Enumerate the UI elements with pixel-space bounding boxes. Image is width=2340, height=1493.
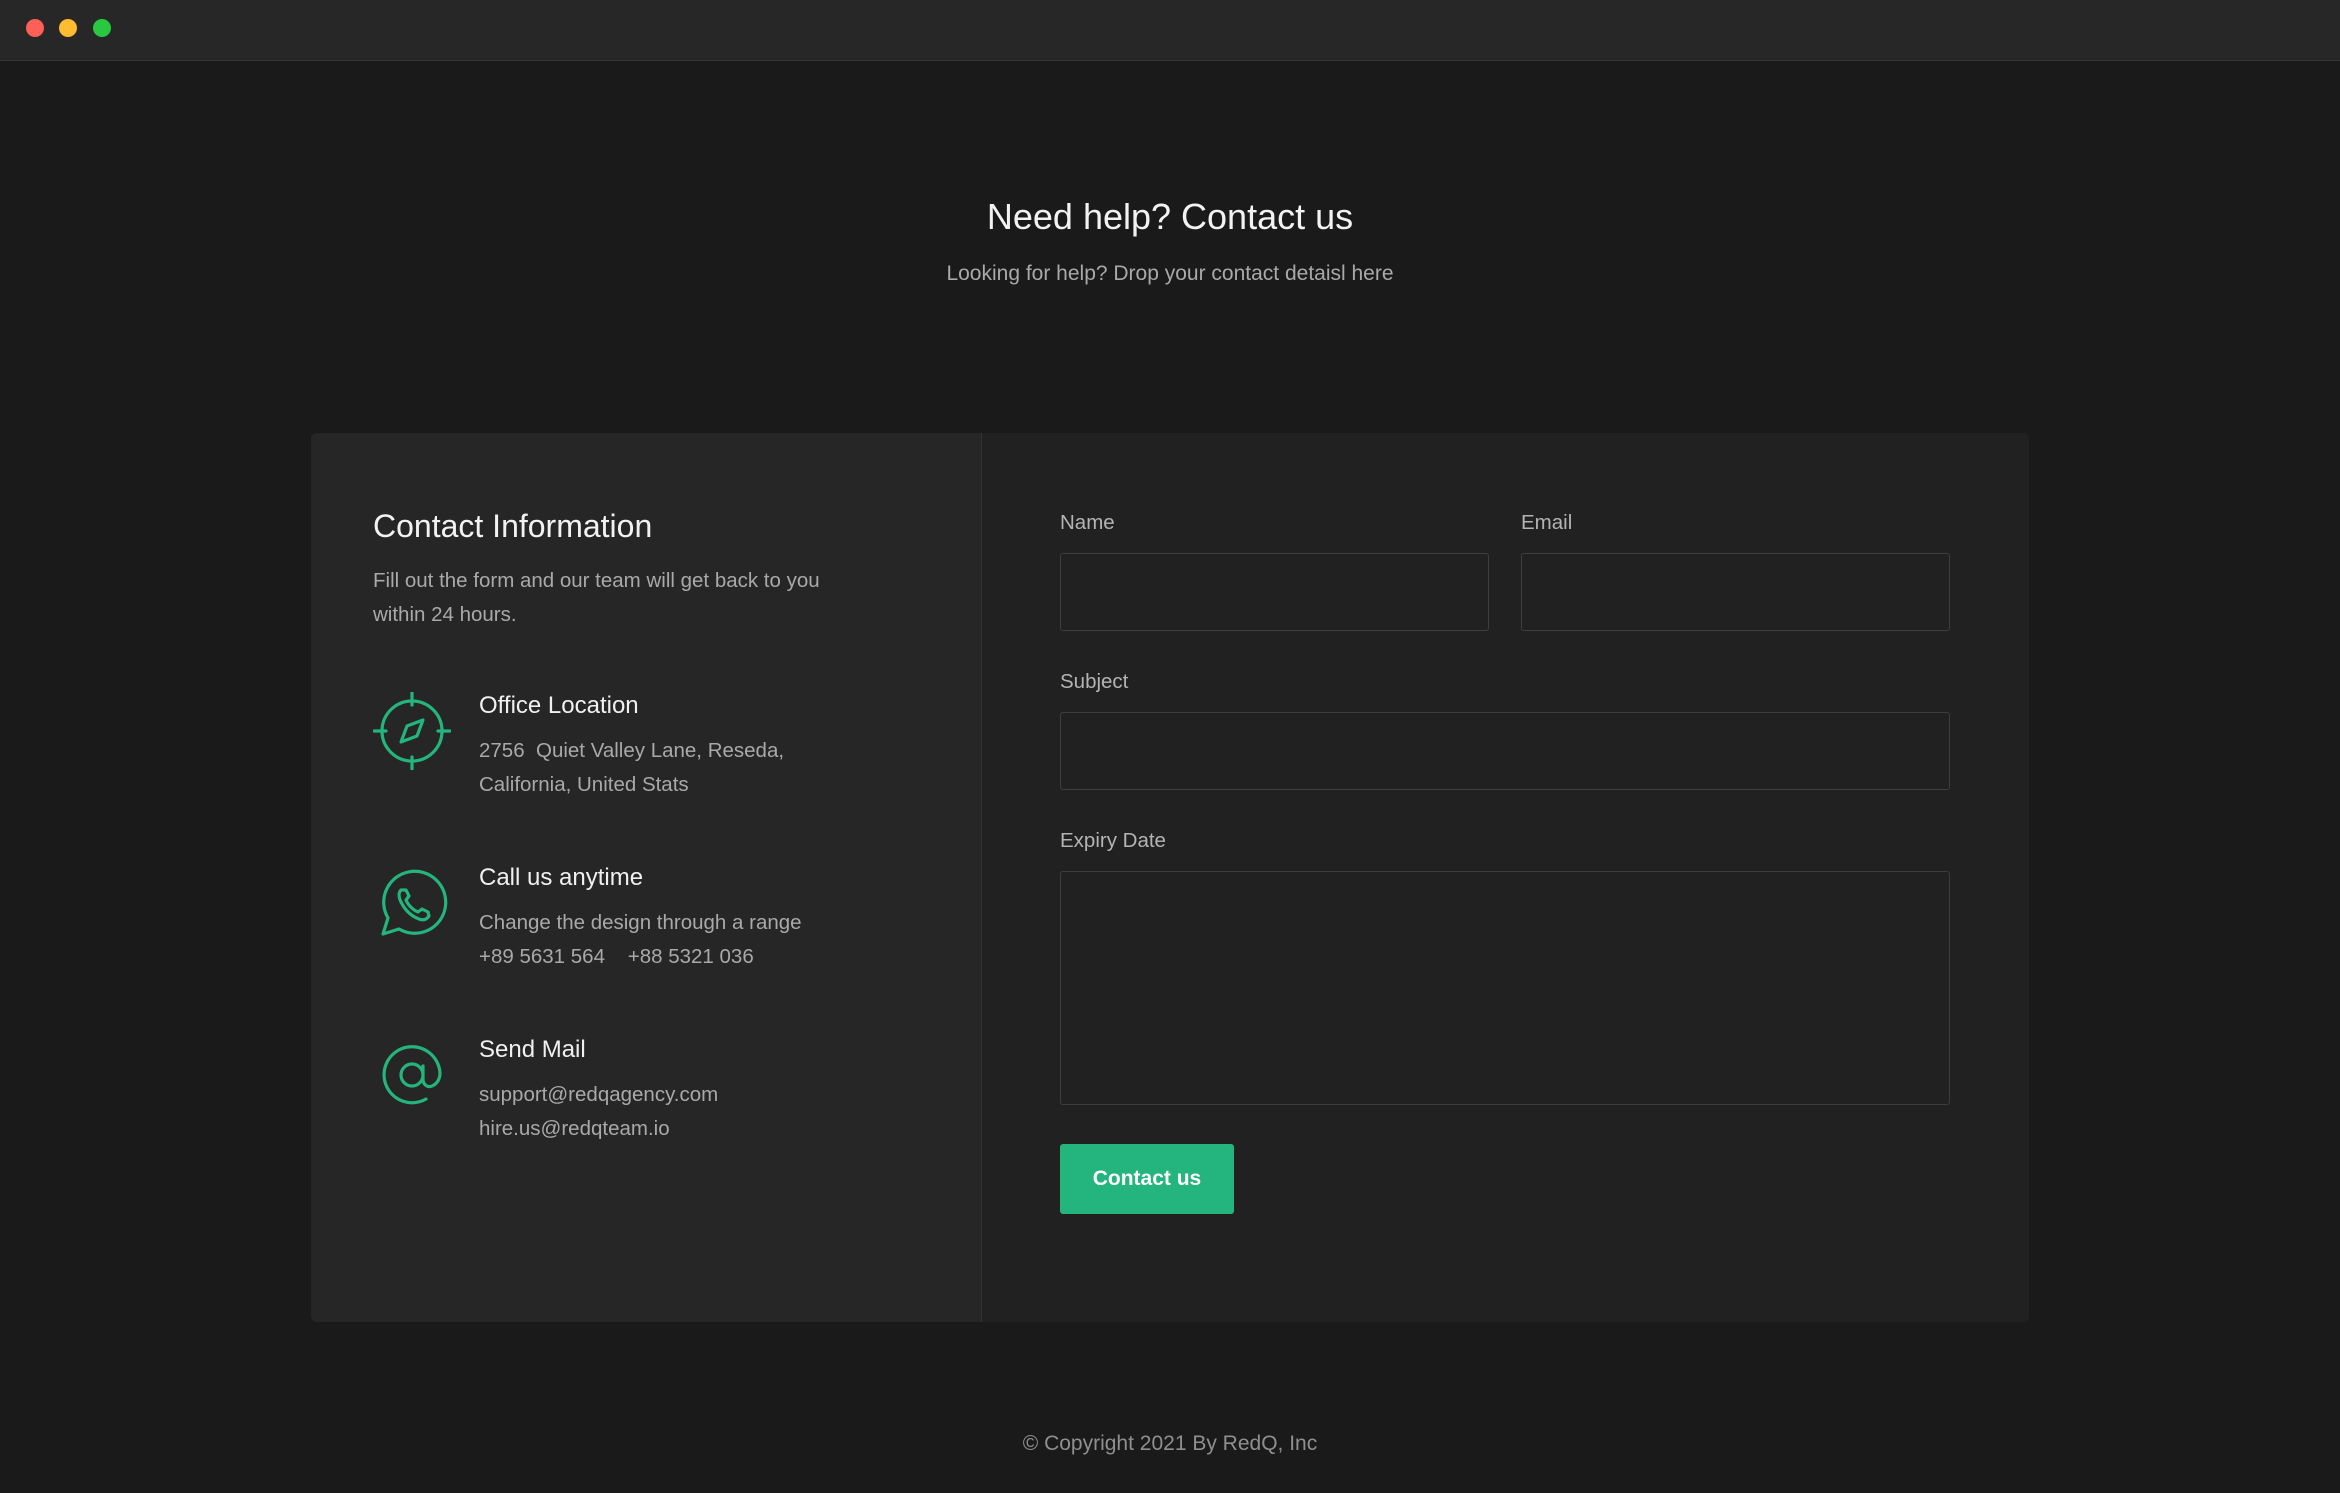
expiry-date-field[interactable] [1060,871,1950,1105]
office-location-title: Office Location [479,692,639,719]
email-field[interactable] [1521,553,1950,631]
call-title: Call us anytime [479,864,644,891]
window-minimize-button[interactable] [59,19,77,37]
window-close-button[interactable] [26,19,44,37]
office-address-line-1: 2756 Quiet Valley Lane, Reseda, [479,739,785,762]
phone-numbers[interactable]: +89 5631 564 +88 5321 036 [479,945,754,969]
at-sign-icon [373,1036,451,1114]
contact-info-description: Fill out the form and our team will get … [373,569,820,626]
send-mail-title: Send Mail [479,1036,586,1063]
contact-info-panel: Contact Information Fill out the form an… [311,433,982,1322]
compass-icon [373,692,451,770]
window-titlebar [0,0,2340,61]
name-label: Name [1060,511,1115,534]
copyright-text: © Copyright 2021 By RedQ, Inc [1022,1432,1318,1455]
name-field[interactable] [1060,553,1489,631]
email-label: Email [1521,511,1573,534]
support-email-link[interactable]: support@redqagency.com [479,1083,718,1107]
whatsapp-phone-icon [373,864,451,942]
expiry-date-label: Expiry Date [1060,829,1166,852]
office-address-line-2: California, United Stats [479,773,689,796]
subject-label: Subject [1060,670,1129,693]
call-description: Change the design through a range [479,911,802,934]
contact-info-title: Contact Information [373,508,653,544]
contact-us-button[interactable]: Contact us [1060,1144,1234,1214]
contact-card: Contact Information Fill out the form an… [311,433,2029,1322]
page-subtitle: Looking for help? Drop your contact deta… [946,262,1394,285]
hire-email-link[interactable]: hire.us@redqteam.io [479,1117,670,1141]
window-maximize-button[interactable] [93,19,111,37]
subject-field[interactable] [1060,712,1950,790]
page-title: Need help? Contact us [986,196,1354,237]
